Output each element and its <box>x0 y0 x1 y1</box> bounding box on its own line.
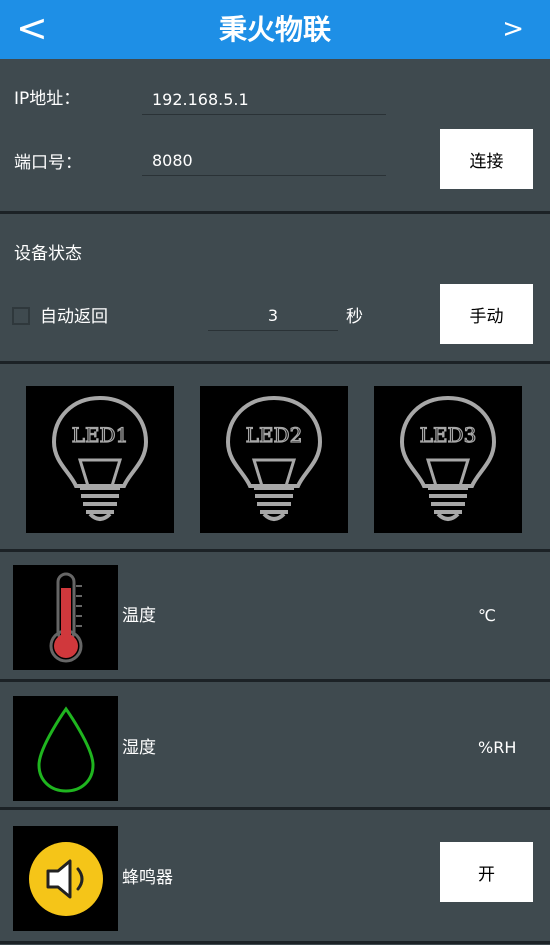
divider <box>0 941 550 944</box>
seconds-unit: 秒 <box>346 307 363 327</box>
app-header: < 秉火物联 > <box>0 0 550 59</box>
ip-label: IP地址： <box>14 89 81 109</box>
led2-toggle[interactable]: LED2 <box>200 386 348 533</box>
connect-button[interactable]: 连接 <box>440 129 533 189</box>
divider <box>0 679 550 682</box>
lightbulb-icon: LED3 <box>399 395 497 521</box>
led-label: LED3 <box>420 423 477 447</box>
thermometer-icon <box>13 565 118 670</box>
droplet-icon <box>13 696 118 801</box>
port-input[interactable] <box>142 146 386 176</box>
auto-return-checkbox[interactable] <box>12 307 30 325</box>
lightbulb-icon: LED2 <box>225 395 323 521</box>
auto-return-label: 自动返回 <box>40 307 108 327</box>
led1-toggle[interactable]: LED1 <box>26 386 174 533</box>
speaker-icon <box>13 826 118 931</box>
device-status-title: 设备状态 <box>14 244 82 264</box>
ip-input[interactable] <box>142 85 386 115</box>
manual-button[interactable]: 手动 <box>440 284 533 344</box>
page-title: 秉火物联 <box>218 13 331 46</box>
buzzer-on-button[interactable]: 开 <box>440 842 533 902</box>
buzzer-label: 蜂鸣器 <box>122 868 173 888</box>
led3-toggle[interactable]: LED3 <box>374 386 522 533</box>
humidity-unit: %RH <box>478 738 517 757</box>
divider <box>0 361 550 364</box>
led-label: LED1 <box>72 423 129 447</box>
divider <box>0 549 550 552</box>
led-label: LED2 <box>246 423 303 447</box>
divider <box>0 807 550 810</box>
next-button[interactable]: > <box>502 12 524 46</box>
lightbulb-icon: LED1 <box>51 395 149 521</box>
temperature-label: 温度 <box>122 606 156 626</box>
divider <box>0 211 550 214</box>
port-label: 端口号： <box>14 153 82 173</box>
temperature-unit: ℃ <box>478 606 496 625</box>
seconds-input[interactable] <box>208 301 338 331</box>
humidity-label: 湿度 <box>122 738 156 758</box>
